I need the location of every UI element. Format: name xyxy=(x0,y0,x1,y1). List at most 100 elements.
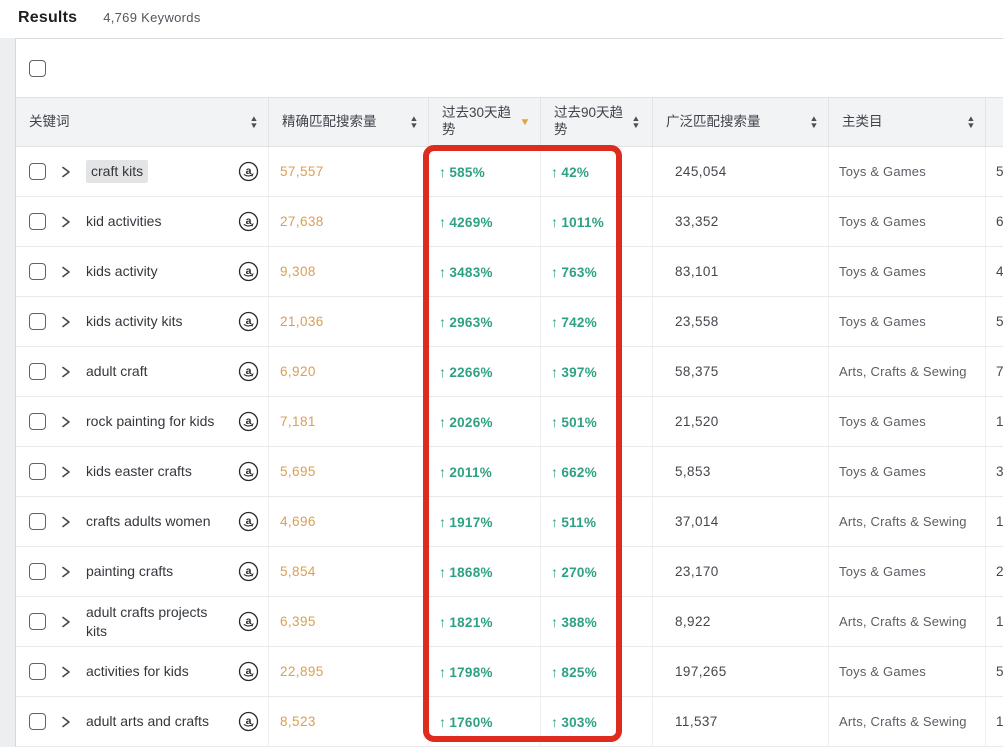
category-cell: Toys & Games xyxy=(829,197,986,246)
row-checkbox[interactable] xyxy=(29,163,46,180)
exact-volume-cell: 8,523 xyxy=(269,697,429,746)
category-cell: Toys & Games xyxy=(829,547,986,596)
amazon-icon[interactable]: a xyxy=(238,161,259,182)
table-row: adult crafts projects kits a 6,395 1821%… xyxy=(16,597,1003,647)
keyword-text[interactable]: kids activity xyxy=(86,262,158,280)
category-cell: Toys & Games xyxy=(829,247,986,296)
expand-chevron-icon[interactable] xyxy=(59,365,73,379)
keyword-text[interactable]: kids easter crafts xyxy=(86,462,192,480)
amazon-icon[interactable]: a xyxy=(238,411,259,432)
keyword-text[interactable]: activities for kids xyxy=(86,662,189,680)
expand-chevron-icon[interactable] xyxy=(59,715,73,729)
trend-up-icon: 1917% xyxy=(439,514,493,530)
row-checkbox[interactable] xyxy=(29,563,46,580)
expand-chevron-icon[interactable] xyxy=(59,265,73,279)
trend-30d-cell: 3483% xyxy=(429,247,541,296)
exact-volume-cell: 5,854 xyxy=(269,547,429,596)
keyword-text[interactable]: rock painting for kids xyxy=(86,412,214,430)
category-cell: Arts, Crafts & Sewing xyxy=(829,347,986,396)
clipped-value-cell: 4 xyxy=(986,247,1003,296)
row-checkbox[interactable] xyxy=(29,413,46,430)
keyword-text[interactable]: painting crafts xyxy=(86,562,173,580)
column-header-category[interactable]: 主类目 ▲▼ xyxy=(829,98,986,146)
category-cell: Arts, Crafts & Sewing xyxy=(829,597,986,646)
clipped-value-cell: 5 xyxy=(986,147,1003,196)
broad-volume-cell: 245,054 xyxy=(653,147,829,196)
keyword-cell: adult arts and crafts a xyxy=(16,697,269,746)
row-checkbox[interactable] xyxy=(29,613,46,630)
column-header-keyword[interactable]: 关键词 ▲▼ xyxy=(16,98,269,146)
row-checkbox[interactable] xyxy=(29,713,46,730)
expand-chevron-icon[interactable] xyxy=(59,665,73,679)
table-row: kids activity kits a 21,036 2963% 742% 2… xyxy=(16,297,1003,347)
amazon-icon[interactable]: a xyxy=(238,261,259,282)
keyword-text[interactable]: crafts adults women xyxy=(86,512,211,530)
row-checkbox[interactable] xyxy=(29,263,46,280)
keyword-cell: rock painting for kids a xyxy=(16,397,269,446)
expand-chevron-icon[interactable] xyxy=(59,465,73,479)
broad-volume-cell: 58,375 xyxy=(653,347,829,396)
row-checkbox[interactable] xyxy=(29,313,46,330)
trend-up-icon: 2011% xyxy=(439,464,492,480)
row-checkbox[interactable] xyxy=(29,213,46,230)
expand-chevron-icon[interactable] xyxy=(59,215,73,229)
trend-30d-cell: 4269% xyxy=(429,197,541,246)
sort-icon[interactable]: ▲▼ xyxy=(250,115,258,129)
exact-volume-cell: 27,638 xyxy=(269,197,429,246)
sort-icon[interactable]: ▲▼ xyxy=(410,115,418,129)
amazon-icon[interactable]: a xyxy=(238,611,259,632)
column-header-exact-volume[interactable]: 精确匹配搜索量 ▲▼ xyxy=(269,98,429,146)
amazon-icon[interactable]: a xyxy=(238,311,259,332)
keyword-text[interactable]: kid activities xyxy=(86,212,161,230)
column-header-trend-30d[interactable]: 过去30天趋势 ▼ xyxy=(429,98,541,146)
row-checkbox[interactable] xyxy=(29,663,46,680)
expand-chevron-icon[interactable] xyxy=(59,315,73,329)
expand-chevron-icon[interactable] xyxy=(59,565,73,579)
expand-chevron-icon[interactable] xyxy=(59,165,73,179)
keyword-text[interactable]: adult arts and crafts xyxy=(86,712,209,730)
keyword-text[interactable]: adult craft xyxy=(86,362,147,380)
amazon-icon[interactable]: a xyxy=(238,711,259,732)
amazon-icon[interactable]: a xyxy=(238,561,259,582)
broad-volume-cell: 197,265 xyxy=(653,647,829,696)
sort-icon[interactable]: ▲▼ xyxy=(810,115,818,129)
amazon-icon[interactable]: a xyxy=(238,661,259,682)
keyword-text[interactable]: kids activity kits xyxy=(86,312,182,330)
trend-up-icon: 270% xyxy=(551,564,597,580)
category-cell: Arts, Crafts & Sewing xyxy=(829,497,986,546)
column-header-broad-volume[interactable]: 广泛匹配搜索量 ▲▼ xyxy=(653,98,829,146)
expand-chevron-icon[interactable] xyxy=(59,515,73,529)
amazon-icon[interactable]: a xyxy=(238,361,259,382)
trend-30d-cell: 1798% xyxy=(429,647,541,696)
trend-up-icon: 763% xyxy=(551,264,597,280)
row-checkbox[interactable] xyxy=(29,513,46,530)
keyword-text[interactable]: craft kits xyxy=(86,160,148,182)
sort-desc-active-icon[interactable]: ▼ xyxy=(520,118,530,127)
trend-up-icon: 388% xyxy=(551,614,597,630)
expand-chevron-icon[interactable] xyxy=(59,415,73,429)
clipped-value-cell: 7 xyxy=(986,347,1003,396)
category-cell: Toys & Games xyxy=(829,297,986,346)
row-checkbox[interactable] xyxy=(29,463,46,480)
amazon-icon[interactable]: a xyxy=(238,211,259,232)
keyword-cell: painting crafts a xyxy=(16,547,269,596)
exact-volume-cell: 22,895 xyxy=(269,647,429,696)
clipped-value-cell: 1 xyxy=(986,597,1003,646)
category-cell: Toys & Games xyxy=(829,147,986,196)
keyword-text[interactable]: adult crafts projects kits xyxy=(86,603,225,639)
broad-volume-cell: 5,853 xyxy=(653,447,829,496)
row-checkbox[interactable] xyxy=(29,363,46,380)
sort-icon[interactable]: ▲▼ xyxy=(967,115,975,129)
expand-chevron-icon[interactable] xyxy=(59,615,73,629)
select-all-checkbox[interactable] xyxy=(29,60,46,77)
column-header-trend-90d[interactable]: 过去90天趋势 ▲▼ xyxy=(541,98,653,146)
keyword-cell: adult crafts projects kits a xyxy=(16,597,269,646)
amazon-icon[interactable]: a xyxy=(238,461,259,482)
column-header-clipped[interactable] xyxy=(986,98,1003,146)
sort-icon[interactable]: ▲▼ xyxy=(632,115,640,129)
category-cell: Arts, Crafts & Sewing xyxy=(829,697,986,746)
amazon-icon[interactable]: a xyxy=(238,511,259,532)
trend-up-icon: 1868% xyxy=(439,564,493,580)
trend-up-icon: 2266% xyxy=(439,364,493,380)
keyword-cell: craft kits a xyxy=(16,147,269,196)
